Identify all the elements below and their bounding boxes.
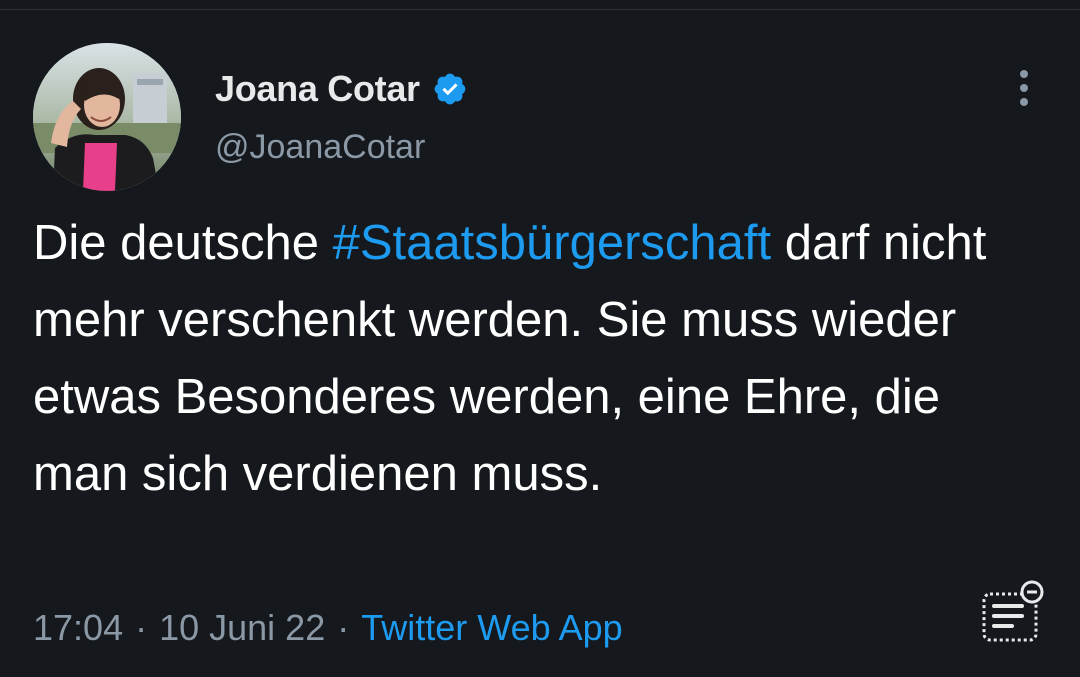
meta-separator: · [337,607,350,648]
tweet-text-part-1: Die deutsche [33,216,333,270]
tweet-meta: 17:04 · 10 Juni 22 · Twitter Web App [33,607,623,649]
avatar[interactable] [33,43,181,191]
author-handle[interactable]: @JoanaCotar [215,128,425,167]
tweet-text: Die deutsche #Staatsbürgerschaft darf ni… [33,205,1043,513]
author-display-name[interactable]: Joana Cotar [215,68,420,110]
verified-badge-icon [434,73,466,105]
tweet-date[interactable]: 10 Juni 22 [159,607,325,649]
hashtag-link[interactable]: #Staatsbürgerschaft [333,216,772,270]
tweet-source-link[interactable]: Twitter Web App [361,607,622,649]
tweet-time[interactable]: 17:04 [33,607,123,649]
note-list-icon[interactable] [978,578,1046,646]
meta-separator: · [135,607,148,648]
author-name-row[interactable]: Joana Cotar [215,68,468,110]
top-divider [0,9,1080,10]
more-vertical-icon[interactable] [1006,68,1042,108]
